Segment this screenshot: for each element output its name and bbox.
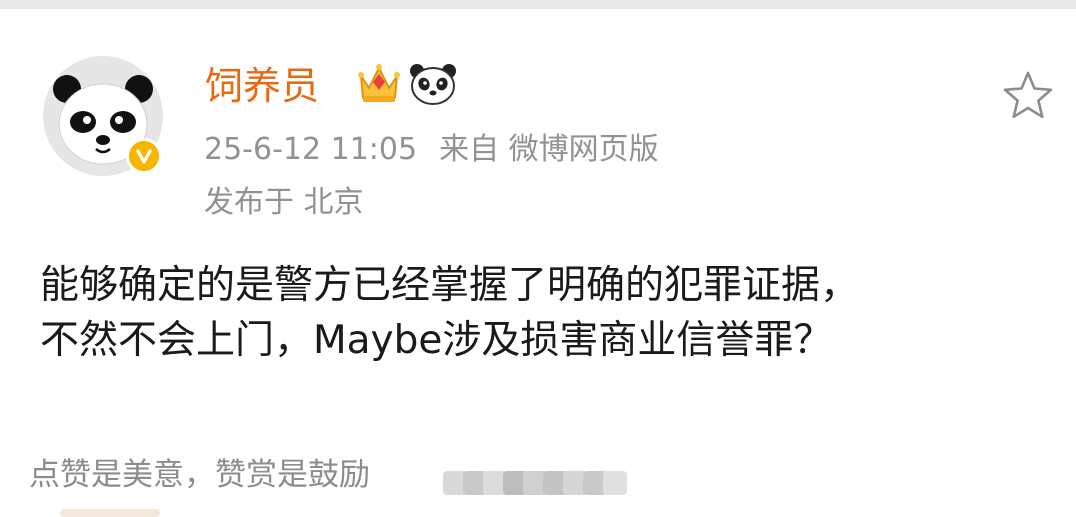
post-location: 发布于 北京 <box>204 185 364 220</box>
reward-prompt: 点赞是美意，赞赏是鼓励 <box>29 457 370 493</box>
post-content-line: 不然不会上门，Maybe涉及损害商业信誉罪？ <box>40 318 833 363</box>
panda-emoji-icon <box>410 64 456 105</box>
bottom-highlight-bar <box>60 509 160 517</box>
post-meta: 25-6-12 11:05 来自 微博网页版 <box>204 128 659 172</box>
verified-badge-icon <box>126 138 162 174</box>
favorite-star-icon[interactable] <box>1000 68 1056 124</box>
top-divider-strip <box>0 0 1076 9</box>
post-content-line: 能够确定的是警方已经掌握了明确的犯罪证据， <box>40 263 860 308</box>
reward-supporters-avatars[interactable] <box>443 469 633 497</box>
crown-icon[interactable] <box>355 60 403 106</box>
post-timestamp: 25-6-12 11:05 <box>204 132 418 167</box>
post-source[interactable]: 来自 微博网页版 <box>439 132 659 167</box>
author-name[interactable]: 饲养员 <box>205 60 319 112</box>
post-content: 能够确定的是警方已经掌握了明确的犯罪证据， 不然不会上门，Maybe涉及损害商业… <box>40 258 1040 368</box>
